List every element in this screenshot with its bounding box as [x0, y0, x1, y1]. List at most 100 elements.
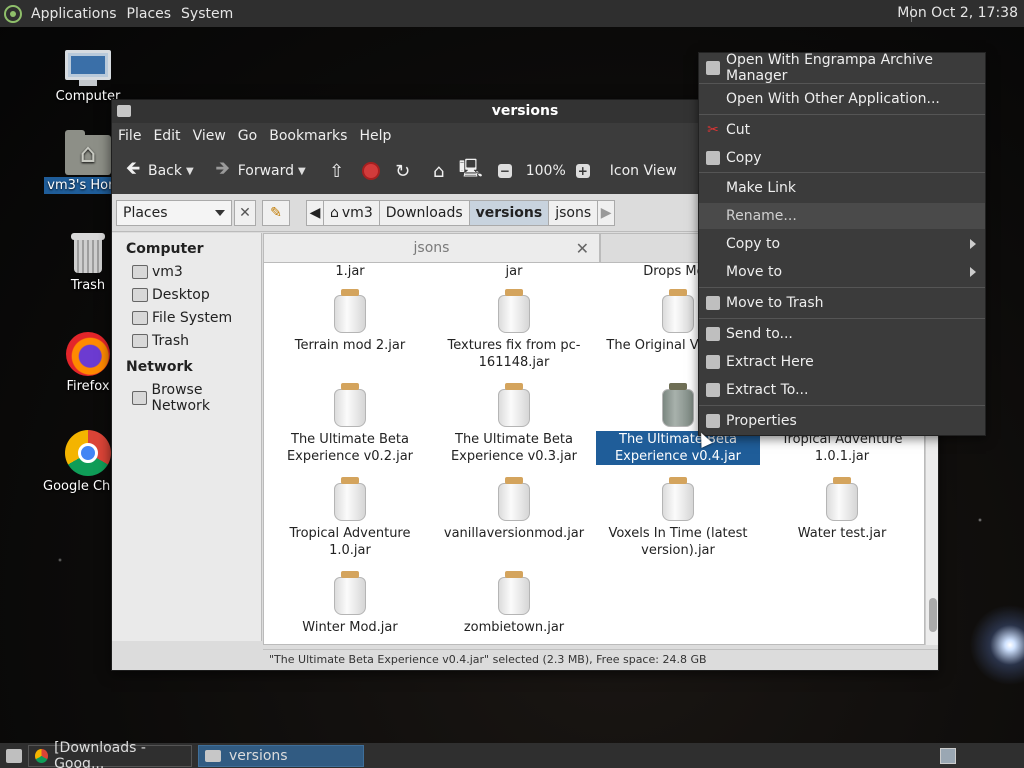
file-item[interactable]: Winter Mod.jar: [268, 571, 432, 636]
sidebar-item-browse-network[interactable]: Browse Network: [112, 379, 261, 418]
show-desktop-icon[interactable]: [6, 748, 22, 763]
file-item-partial[interactable]: 1.jar: [268, 263, 432, 280]
zoom-level: 100%: [525, 163, 566, 179]
file-item[interactable]: Terrain mod 2.jar: [268, 289, 432, 354]
tab-jsons[interactable]: jsons ✕: [263, 233, 600, 262]
menu-item-open-with-engrampa[interactable]: Open With Engrampa Archive Manager: [699, 52, 985, 84]
breadcrumb-versions[interactable]: versions: [468, 199, 550, 226]
extract-icon: [706, 355, 720, 369]
tab-label: jsons: [413, 240, 450, 256]
menu-edit[interactable]: Edit: [153, 128, 180, 144]
menu-item-open-with-other[interactable]: Open With Other Application...: [699, 86, 985, 112]
zoom-in-icon[interactable]: +: [572, 160, 594, 182]
places-dropdown[interactable]: Places: [116, 199, 232, 226]
menu-item-move-to-trash[interactable]: Move to Trash: [699, 290, 985, 316]
forward-button[interactable]: 🡺 Forward ▼: [212, 158, 306, 182]
zoom-out-icon[interactable]: −: [494, 160, 516, 182]
breadcrumb-downloads[interactable]: Downloads: [378, 199, 470, 226]
status-bar: "The Ultimate Beta Experience v0.4.jar" …: [263, 649, 938, 669]
file-item[interactable]: Textures fix from pc-161148.jar: [432, 289, 596, 371]
applications-menu[interactable]: Applications: [31, 6, 117, 22]
file-item[interactable]: zombietown.jar: [432, 571, 596, 636]
menu-item-rename[interactable]: Rename...: [699, 203, 985, 229]
sidebar-item-trash[interactable]: Trash: [112, 330, 261, 353]
places-menu[interactable]: Places: [127, 6, 172, 22]
menu-bookmarks[interactable]: Bookmarks: [269, 128, 347, 144]
breadcrumb-jsons[interactable]: jsons: [548, 199, 599, 226]
system-menu[interactable]: System: [181, 6, 233, 22]
close-tab-icon[interactable]: ✕: [576, 239, 589, 258]
menu-item-make-link[interactable]: Make Link: [699, 175, 985, 201]
back-history-dropdown-icon[interactable]: ▼: [186, 166, 194, 177]
menu-view[interactable]: View: [193, 128, 226, 144]
computer-icon[interactable]: 🖳: [459, 158, 483, 182]
forward-history-dropdown-icon[interactable]: ▼: [298, 166, 306, 177]
computer-icon: [65, 50, 111, 86]
file-label: The Ultimate Beta Experience v0.2.jar: [286, 432, 414, 464]
breadcrumb-vm3[interactable]: ⌂ vm3: [323, 199, 380, 226]
menu-item-cut[interactable]: ✂ Cut: [699, 117, 985, 143]
sidebar-item-vm3[interactable]: vm3: [112, 261, 261, 284]
home-icon[interactable]: ⌂: [428, 160, 450, 182]
breadcrumb-forward-arrow-icon[interactable]: ▶: [597, 199, 616, 226]
taskbar-item-versions[interactable]: versions: [198, 744, 364, 767]
stop-icon[interactable]: [360, 160, 382, 182]
file-item[interactable]: The Ultimate Beta Experience v0.3.jar: [432, 383, 596, 465]
sidebar-heading-network: Network: [126, 359, 193, 375]
file-item[interactable]: Voxels In Time (latest version).jar: [596, 477, 760, 559]
file-label: Textures fix from pc-161148.jar: [447, 338, 581, 370]
file-label: The Ultimate Beta Experience v0.4.jar: [596, 431, 760, 465]
jar-file-icon: [826, 477, 858, 521]
home-folder-icon: ⌂: [330, 204, 339, 221]
menu-item-copy[interactable]: Copy: [699, 145, 985, 171]
menu-go[interactable]: Go: [238, 128, 257, 144]
file-item-partial[interactable]: jar: [432, 263, 596, 280]
menu-help[interactable]: Help: [359, 128, 391, 144]
menu-separator: [699, 287, 985, 288]
up-arrow-icon[interactable]: ⇧: [326, 160, 348, 182]
breadcrumb-back-arrow-icon[interactable]: ◀: [306, 199, 324, 226]
back-label: Back: [148, 163, 182, 179]
menu-item-extract-here[interactable]: Extract Here: [699, 349, 985, 375]
menu-item-copy-to[interactable]: Copy to: [699, 231, 985, 257]
scrollbar-thumb[interactable]: [929, 598, 937, 632]
trash-icon: [706, 296, 720, 310]
file-item[interactable]: The Ultimate Beta Experience v0.2.jar: [268, 383, 432, 465]
menu-item-send-to[interactable]: Send to...: [699, 321, 985, 347]
back-button[interactable]: 🡸 Back ▼: [122, 158, 194, 182]
firefox-icon: [66, 332, 110, 376]
jar-file-icon: [498, 477, 530, 521]
menu-item-move-to[interactable]: Move to: [699, 259, 985, 285]
reload-icon[interactable]: ↻: [392, 160, 414, 182]
taskbar-item-label: [Downloads - Goog...: [54, 739, 146, 768]
sidebar-item-desktop[interactable]: Desktop: [112, 284, 261, 307]
copy-icon: [706, 151, 720, 165]
menu-item-label: Extract To...: [726, 382, 809, 398]
panel-clock[interactable]: Mon Oct 2, 17:38: [897, 5, 1018, 21]
sidebar-item-file-system[interactable]: File System: [112, 307, 261, 330]
close-pane-button[interactable]: ✕: [234, 199, 256, 226]
sidebar-item-label: Desktop: [152, 287, 210, 303]
extract-icon: [706, 383, 720, 397]
sidebar-heading-computer: Computer: [126, 241, 204, 257]
window-title: versions: [491, 103, 559, 119]
menu-item-label: Make Link: [726, 180, 796, 196]
menu-item-label: Extract Here: [726, 354, 814, 370]
desktop-icon-computer[interactable]: Computer: [40, 50, 136, 105]
mate-logo-icon[interactable]: [4, 4, 22, 23]
desktop-icon-label: Trash: [70, 278, 106, 293]
taskbar-item-chrome[interactable]: [Downloads - Goog...: [28, 740, 192, 768]
menu-item-extract-to[interactable]: Extract To...: [699, 377, 985, 403]
file-item[interactable]: Water test.jar: [760, 477, 924, 542]
menu-item-label: Open With Other Application...: [726, 91, 940, 107]
trash-icon: [71, 233, 105, 273]
edit-location-button[interactable]: ✎: [262, 199, 290, 226]
menu-item-properties[interactable]: Properties: [699, 408, 985, 434]
workspace-switcher[interactable]: [940, 748, 956, 764]
file-label: vanillaversionmod.jar: [443, 526, 585, 541]
file-item[interactable]: vanillaversionmod.jar: [432, 477, 596, 542]
menu-file[interactable]: File: [118, 128, 141, 144]
file-item[interactable]: Tropical Adventure 1.0.jar: [268, 477, 432, 559]
view-mode-selector[interactable]: Icon View: [610, 163, 677, 179]
chrome-icon: [65, 430, 111, 476]
